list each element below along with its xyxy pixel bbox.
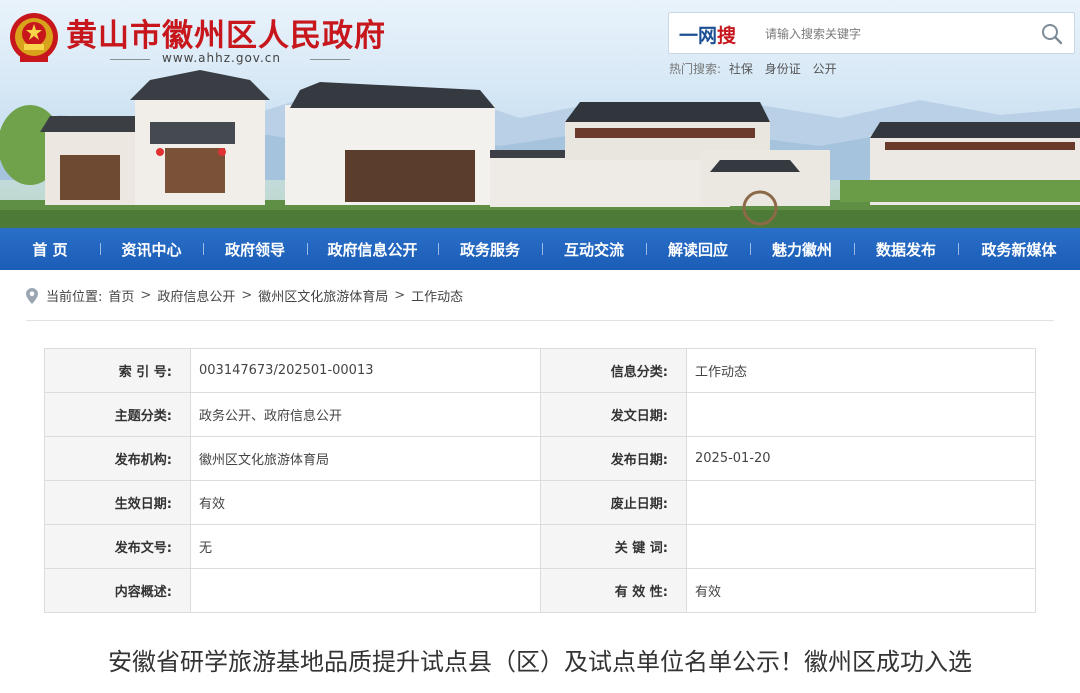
main-nav: 首 页 资讯中心 政府领导 政府信息公开 政务服务 互动交流 解读回应 魅力徽州…: [0, 228, 1080, 270]
site-domain: www.ahhz.gov.cn: [110, 51, 350, 67]
summary-label: 内容概述:: [44, 568, 191, 613]
nav-item-interaction[interactable]: 互动交流: [542, 228, 646, 270]
hot-search-term[interactable]: 公开: [813, 62, 837, 76]
info-category-label: 信息分类:: [540, 348, 687, 393]
nav-item-news[interactable]: 资讯中心: [100, 228, 203, 270]
breadcrumb-link-bureau[interactable]: 徽州区文化旅游体育局: [258, 286, 388, 305]
breadcrumb-link-home[interactable]: 首页: [108, 286, 134, 305]
search-icon[interactable]: [1040, 22, 1064, 46]
location-pin-icon: [26, 287, 38, 304]
issue-date-value: [686, 392, 1036, 437]
topic-category-value: 政务公开、政府信息公开: [190, 392, 541, 437]
nav-item-home[interactable]: 首 页: [0, 228, 100, 270]
issue-date-label: 发文日期:: [540, 392, 687, 437]
table-row: 内容概述: 有 效 性: 有效: [44, 568, 1036, 613]
domain-text: www.ahhz.gov.cn: [162, 51, 281, 65]
document-number-value: 无: [190, 524, 541, 569]
search-logo: 一网搜: [679, 21, 736, 48]
breadcrumb-link-info-disclosure[interactable]: 政府信息公开: [157, 286, 235, 305]
publisher-label: 发布机构:: [44, 436, 191, 481]
publisher-value: 徽州区文化旅游体育局: [190, 436, 541, 481]
topic-category-label: 主题分类:: [44, 392, 191, 437]
repeal-date-value: [686, 480, 1036, 525]
table-row: 发布机构: 徽州区文化旅游体育局 发布日期: 2025-01-20: [44, 436, 1036, 481]
nav-item-leaders[interactable]: 政府领导: [203, 228, 307, 270]
breadcrumb-separator: >: [241, 288, 253, 303]
validity-value: 有效: [686, 568, 1036, 613]
repeal-date-label: 废止日期:: [540, 480, 687, 525]
info-meta-table: 索 引 号: 003147673/202501-00013 信息分类: 工作动态…: [44, 348, 1036, 613]
search-logo-text: 一网: [679, 25, 718, 47]
index-number-value: 003147673/202501-00013: [190, 348, 541, 393]
banner-village-scene: [0, 70, 1080, 228]
breadcrumb-separator: >: [140, 288, 152, 303]
nav-item-new-media[interactable]: 政务新媒体: [958, 228, 1080, 270]
hot-search: 热门搜索: 社保 身份证 公开: [669, 60, 845, 77]
document-number-label: 发布文号:: [44, 524, 191, 569]
table-row: 索 引 号: 003147673/202501-00013 信息分类: 工作动态: [44, 348, 1036, 393]
nav-item-data-release[interactable]: 数据发布: [854, 228, 958, 270]
validity-label: 有 效 性:: [540, 568, 687, 613]
breadcrumb: 当前位置: 首页 > 政府信息公开 > 徽州区文化旅游体育局 > 工作动态: [26, 286, 463, 305]
keywords-value: [686, 524, 1036, 569]
effective-date-value: 有效: [190, 480, 541, 525]
search-box: 一网搜: [668, 12, 1075, 54]
hot-search-term[interactable]: 社保: [729, 62, 753, 76]
breadcrumb-separator: >: [394, 288, 406, 303]
article-title: 安徽省研学旅游基地品质提升试点县（区）及试点单位名单公示！徽州区成功入选: [108, 648, 972, 676]
publish-date-label: 发布日期:: [540, 436, 687, 481]
breadcrumb-label: 当前位置:: [46, 290, 103, 305]
search-input[interactable]: [765, 21, 1015, 47]
site-title[interactable]: 黄山市徽州区人民政府: [66, 10, 386, 55]
nav-item-services[interactable]: 政务服务: [438, 228, 542, 270]
hot-search-label: 热门搜索:: [669, 62, 722, 76]
table-row: 主题分类: 政务公开、政府信息公开 发文日期:: [44, 392, 1036, 437]
publish-date-value: 2025-01-20: [686, 436, 1036, 481]
header-banner: 黄山市徽州区人民政府 www.ahhz.gov.cn 一网搜 热门搜索: 社保 …: [0, 0, 1080, 228]
table-row: 生效日期: 有效 废止日期:: [44, 480, 1036, 525]
hot-search-term[interactable]: 身份证: [765, 62, 801, 76]
content-divider: [26, 320, 1054, 321]
index-number-label: 索 引 号:: [44, 348, 191, 393]
nav-item-interpretation[interactable]: 解读回应: [646, 228, 750, 270]
nav-item-charm-huizhou[interactable]: 魅力徽州: [750, 228, 854, 270]
nav-item-info-disclosure[interactable]: 政府信息公开: [307, 228, 438, 270]
summary-value: [190, 568, 541, 613]
breadcrumb-link-work-news[interactable]: 工作动态: [411, 286, 463, 305]
keywords-label: 关 键 词:: [540, 524, 687, 569]
table-row: 发布文号: 无 关 键 词:: [44, 524, 1036, 569]
national-emblem-icon: [10, 13, 58, 62]
search-logo-accent: 搜: [717, 25, 737, 47]
info-category-value: 工作动态: [686, 348, 1036, 393]
effective-date-label: 生效日期:: [44, 480, 191, 525]
